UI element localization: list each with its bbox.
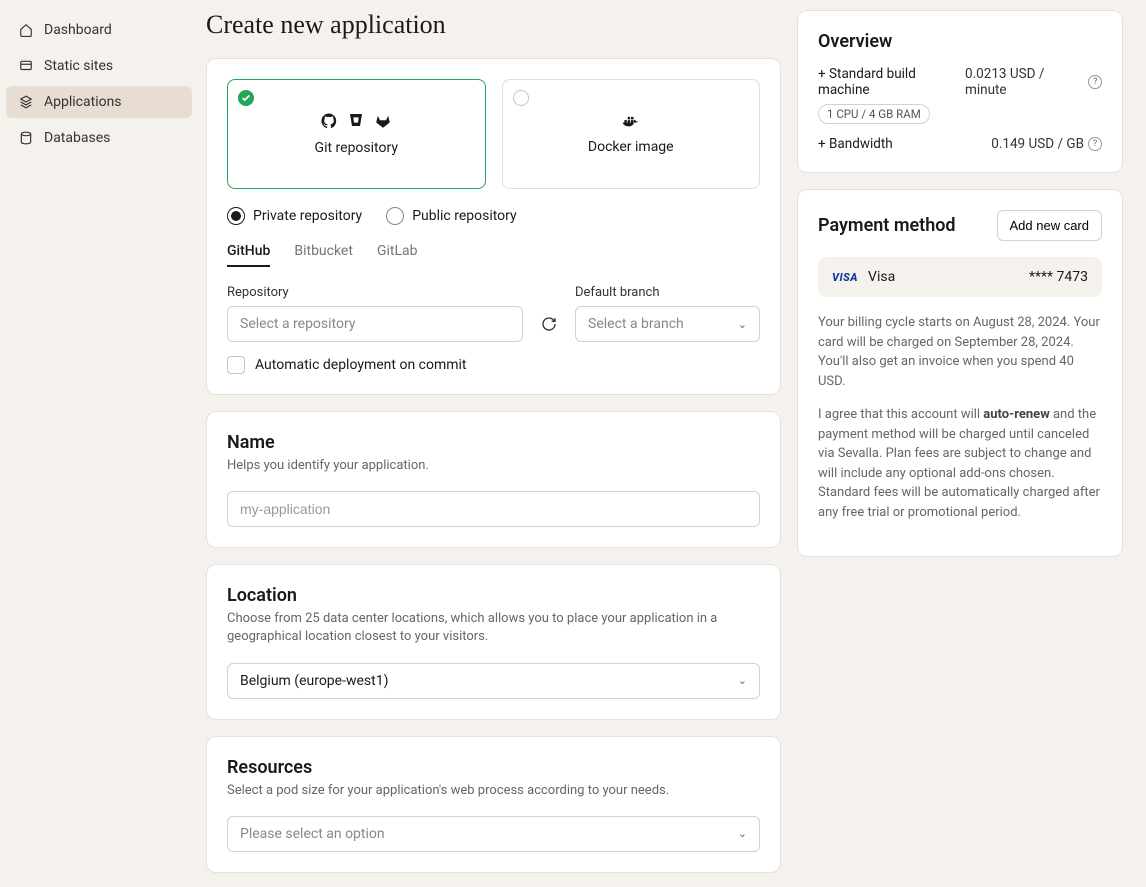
location-title: Location (227, 585, 760, 606)
source-option-docker[interactable]: Docker image (502, 79, 761, 189)
nav-item-applications[interactable]: Applications (6, 86, 192, 118)
sidebar: Dashboard Static sites Applications Data… (0, 0, 198, 887)
nav-item-static-sites[interactable]: Static sites (6, 50, 192, 82)
home-icon (18, 22, 34, 38)
billing-text: Your billing cycle starts on August 28, … (818, 313, 1102, 391)
build-spec-pill: 1 CPU / 4 GB RAM (818, 104, 930, 124)
autodeploy-checkbox[interactable] (227, 356, 245, 374)
build-label: + Standard build machine (818, 66, 965, 98)
autodeploy-label: Automatic deployment on commit (255, 357, 467, 373)
agreement-text: I agree that this account will auto-rene… (818, 405, 1102, 522)
globe-icon (18, 58, 34, 74)
resources-title: Resources (227, 757, 760, 778)
nav-label: Static sites (44, 58, 113, 74)
nav-label: Applications (44, 94, 122, 110)
branch-select[interactable]: Select a branch ⌄ (575, 306, 760, 342)
location-card: Location Choose from 25 data center loca… (206, 564, 781, 719)
tab-bitbucket[interactable]: Bitbucket (294, 243, 353, 267)
refresh-icon (541, 316, 557, 332)
refresh-button[interactable] (539, 314, 559, 334)
payment-card: Payment method Add new card VISA Visa **… (797, 189, 1123, 557)
card-brand: Visa (868, 269, 895, 285)
resources-desc: Select a pod size for your application's… (227, 782, 760, 800)
radio-label: Public repository (412, 208, 516, 224)
chevron-down-icon: ⌄ (738, 318, 747, 331)
resources-card: Resources Select a pod size for your app… (206, 736, 781, 873)
source-card: Git repository Docker image (206, 58, 781, 395)
github-icon (320, 112, 338, 130)
info-icon[interactable]: ? (1088, 75, 1102, 89)
radio-unchecked-icon (513, 90, 529, 106)
card-last4: **** 7473 (1029, 269, 1088, 285)
source-label: Docker image (588, 139, 674, 155)
bandwidth-label: + Bandwidth (818, 136, 893, 152)
gitlab-icon (374, 112, 392, 130)
radio-public-repo[interactable]: Public repository (386, 207, 516, 225)
location-desc: Choose from 25 data center locations, wh… (227, 610, 760, 646)
nav-item-dashboard[interactable]: Dashboard (6, 14, 192, 46)
location-value: Belgium (europe-west1) (240, 673, 388, 689)
tab-github[interactable]: GitHub (227, 243, 270, 267)
branch-label: Default branch (575, 285, 760, 300)
radio-unchecked-icon (386, 207, 404, 225)
name-title: Name (227, 432, 760, 453)
nav-item-databases[interactable]: Databases (6, 122, 192, 154)
nav-label: Databases (44, 130, 110, 146)
repo-select[interactable]: Select a repository (227, 306, 523, 342)
chevron-down-icon: ⌄ (738, 827, 747, 840)
name-input[interactable] (227, 491, 760, 527)
source-option-git[interactable]: Git repository (227, 79, 486, 189)
info-icon[interactable]: ? (1088, 137, 1102, 151)
database-icon (18, 130, 34, 146)
add-card-button[interactable]: Add new card (997, 210, 1103, 241)
location-select[interactable]: Belgium (europe-west1) ⌄ (227, 663, 760, 699)
chevron-down-icon: ⌄ (738, 674, 747, 687)
select-placeholder: Please select an option (240, 826, 385, 842)
build-price: 0.0213 USD / minute (965, 66, 1084, 98)
bitbucket-icon (348, 112, 364, 130)
source-label: Git repository (315, 140, 398, 156)
select-placeholder: Select a branch (588, 316, 684, 332)
resources-select[interactable]: Please select an option ⌄ (227, 816, 760, 852)
overview-card: Overview + Standard build machine 1 CPU … (797, 10, 1123, 173)
select-placeholder: Select a repository (240, 316, 355, 332)
radio-checked-icon (227, 207, 245, 225)
check-icon (238, 90, 254, 106)
tab-gitlab[interactable]: GitLab (377, 243, 418, 267)
radio-private-repo[interactable]: Private repository (227, 207, 362, 225)
nav-label: Dashboard (44, 22, 112, 38)
radio-label: Private repository (253, 208, 362, 224)
visa-icon: VISA (832, 271, 858, 284)
overview-title: Overview (818, 31, 1102, 52)
docker-icon (621, 113, 641, 129)
page-title: Create new application (206, 10, 781, 40)
bandwidth-price: 0.149 USD / GB (991, 136, 1084, 152)
layers-icon (18, 94, 34, 110)
saved-card[interactable]: VISA Visa **** 7473 (818, 257, 1102, 297)
payment-title: Payment method (818, 215, 956, 236)
repo-label: Repository (227, 285, 523, 300)
name-desc: Helps you identify your application. (227, 457, 760, 475)
name-card: Name Helps you identify your application… (206, 411, 781, 548)
